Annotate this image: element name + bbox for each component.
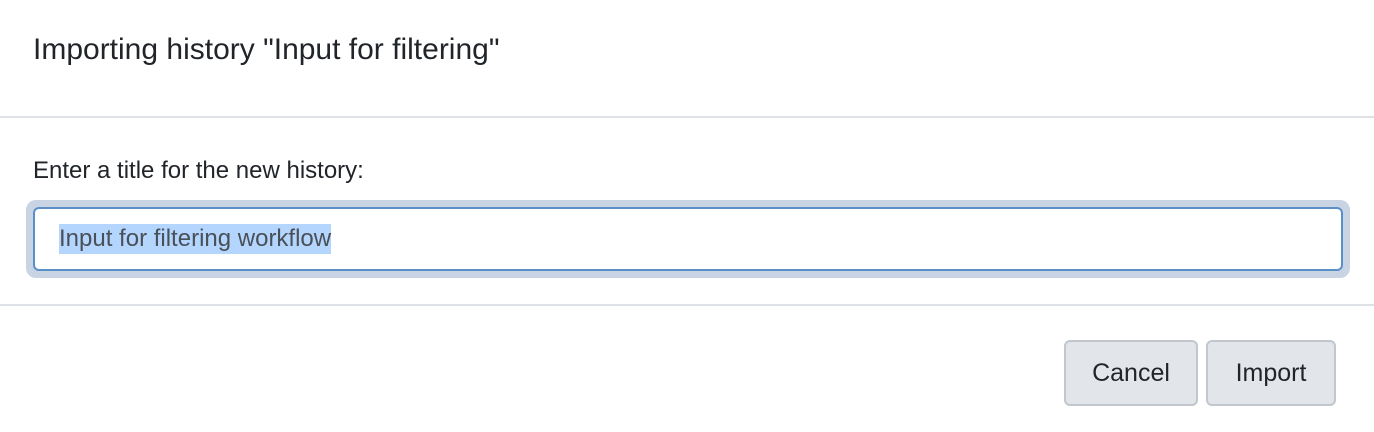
dialog-header: Importing history "Input for filtering" [0, 0, 1374, 118]
dialog-body: Enter a title for the new history: Input… [0, 120, 1374, 304]
dialog-title: Importing history "Input for filtering" [33, 33, 500, 66]
input-focus-ring: Input for filtering workflow [26, 200, 1350, 278]
history-title-label: Enter a title for the new history: [33, 157, 364, 184]
history-title-input[interactable]: Input for filtering workflow [33, 207, 1343, 271]
cancel-button[interactable]: Cancel [1064, 340, 1198, 406]
history-title-value: Input for filtering workflow [59, 224, 332, 254]
import-history-dialog: Importing history "Input for filtering" … [0, 0, 1374, 432]
dialog-footer: Cancel Import [0, 304, 1374, 432]
import-button[interactable]: Import [1206, 340, 1336, 406]
